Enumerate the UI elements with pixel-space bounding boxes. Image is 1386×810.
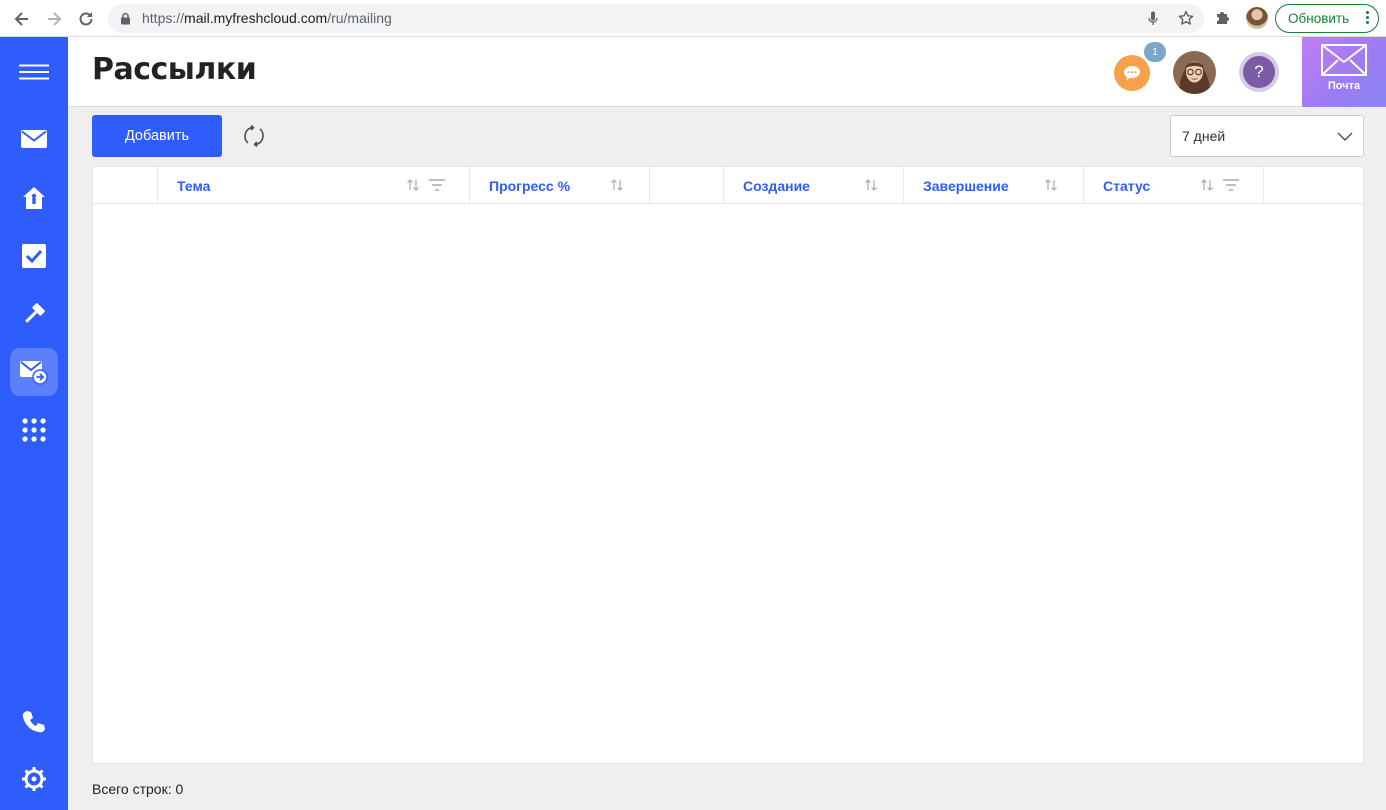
browser-profile-avatar[interactable]	[1246, 7, 1268, 29]
sidebar-item-apps[interactable]	[10, 406, 58, 454]
address-bar[interactable]: https://mail.myfreshcloud.com/ru/mailing	[108, 4, 1204, 33]
menu-icon	[19, 64, 49, 80]
forward-button[interactable]	[42, 7, 66, 31]
chevron-down-icon	[1337, 132, 1353, 142]
sort-icon[interactable]	[406, 178, 420, 192]
column-label-created: Создание	[743, 178, 810, 194]
column-header-subject[interactable]: Тема	[158, 167, 470, 203]
update-label: Обновить	[1288, 11, 1350, 26]
sidebar-item-auction[interactable]	[10, 290, 58, 338]
star-icon	[1178, 10, 1194, 25]
mailing-icon	[20, 361, 48, 385]
chat-bubble-icon	[1124, 66, 1140, 80]
column-header-created[interactable]: Создание	[724, 167, 904, 203]
chat-button[interactable]	[1114, 55, 1150, 91]
back-button[interactable]	[10, 7, 34, 31]
period-select-value: 7 дней	[1182, 128, 1226, 144]
period-select[interactable]: 7 дней	[1170, 115, 1364, 157]
more-vert-icon	[1366, 11, 1369, 24]
filter-icon[interactable]	[1223, 179, 1239, 191]
sidebar-item-tasks[interactable]	[10, 232, 58, 280]
arrow-left-icon	[14, 12, 28, 26]
tasks-icon	[22, 244, 46, 268]
sidebar	[0, 37, 68, 810]
sort-icon[interactable]	[1044, 178, 1058, 192]
sidebar-item-settings[interactable]	[10, 755, 58, 803]
arrow-right-icon	[48, 12, 62, 26]
column-header-completed[interactable]: Завершение	[904, 167, 1084, 203]
column-header-blank	[650, 167, 724, 203]
table-header: Тема Прогресс % Создание Завершение Стат…	[93, 167, 1363, 204]
sidebar-menu-toggle[interactable]	[10, 48, 58, 96]
sort-icon[interactable]	[1200, 178, 1214, 192]
chat-notification-badge: 1	[1144, 42, 1166, 62]
phone-icon	[22, 711, 45, 733]
help-button[interactable]: ?	[1239, 52, 1279, 92]
column-header-status[interactable]: Статус	[1084, 167, 1264, 203]
sidebar-item-mail[interactable]	[10, 115, 58, 163]
column-header-select	[93, 167, 158, 203]
browser-update-button[interactable]: Обновить	[1275, 4, 1379, 33]
total-rows-count: Всего строк: 0	[92, 781, 184, 797]
extensions-icon[interactable]	[1214, 8, 1232, 26]
browser-toolbar: https://mail.myfreshcloud.com/ru/mailing…	[0, 0, 1386, 37]
column-label-progress: Прогресс %	[489, 178, 571, 194]
home-icon	[23, 187, 45, 209]
reload-button[interactable]	[74, 7, 98, 31]
mailings-table: Тема Прогресс % Создание Завершение Стат…	[92, 166, 1364, 764]
settings-icon	[22, 767, 46, 791]
refresh-button[interactable]	[240, 122, 268, 150]
page-title: Рассылки	[92, 52, 257, 87]
refresh-icon	[244, 124, 264, 148]
add-mailing-button[interactable]: Добавить	[92, 115, 222, 157]
sidebar-item-phone[interactable]	[10, 698, 58, 746]
filter-icon[interactable]	[429, 179, 445, 191]
envelope-outline-icon	[1321, 44, 1367, 76]
sidebar-item-home[interactable]	[10, 174, 58, 222]
mail-icon	[21, 130, 47, 148]
user-avatar[interactable]	[1173, 51, 1216, 94]
url-text: https://mail.myfreshcloud.com/ru/mailing	[142, 10, 392, 26]
user-photo-icon	[1173, 51, 1216, 94]
microphone-icon	[1148, 11, 1158, 25]
mail-app-label: Почта	[1327, 80, 1361, 92]
sort-icon[interactable]	[864, 178, 878, 192]
column-label-completed: Завершение	[923, 178, 1009, 194]
gavel-icon	[25, 303, 45, 323]
column-label-status: Статус	[1103, 178, 1151, 194]
column-label-subject: Тема	[177, 178, 211, 194]
sidebar-item-mailing[interactable]	[10, 348, 58, 396]
help-question-icon: ?	[1243, 56, 1275, 88]
sort-icon[interactable]	[610, 178, 624, 192]
mail-app-launcher[interactable]: Почта	[1302, 37, 1386, 107]
column-header-progress[interactable]: Прогресс %	[470, 167, 650, 203]
lock-icon	[121, 12, 130, 25]
page-header: Рассылки 1 ? Почта	[68, 37, 1386, 107]
apps-grid-icon	[22, 418, 46, 442]
reload-icon	[79, 12, 93, 26]
